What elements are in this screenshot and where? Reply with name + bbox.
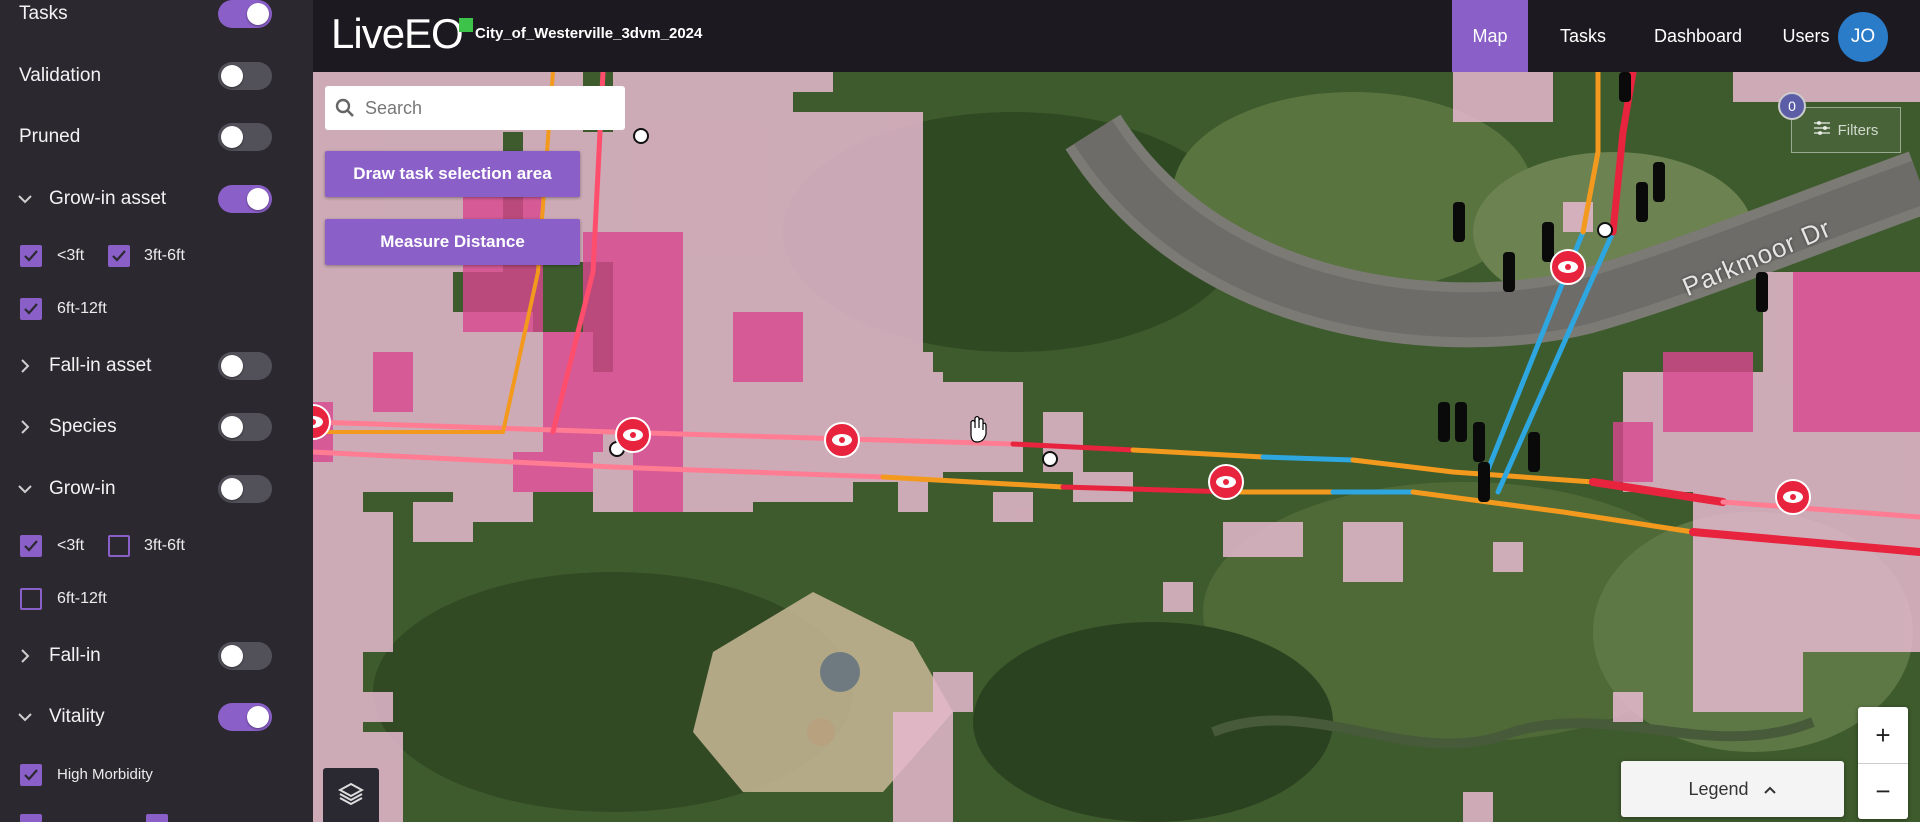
toggle-validation[interactable]	[218, 62, 272, 90]
checkbox-vitality-high-morbidity[interactable]	[20, 764, 42, 786]
zoom-in-button[interactable]: +	[1858, 707, 1908, 763]
search-icon	[325, 98, 365, 118]
layer-label-vitality: Vitality	[49, 706, 105, 727]
toggle-species[interactable]	[218, 413, 272, 441]
chevron-down-icon[interactable]	[16, 708, 34, 726]
checkbox-label: 6ft-12ft	[57, 590, 107, 607]
checkbox-grow-in-asset-6ft-12ft[interactable]	[20, 298, 42, 320]
layer-row-vitality[interactable]: Vitality	[0, 697, 313, 737]
nav-tasks[interactable]: Tasks	[1543, 0, 1623, 72]
checkbox-vitality-partial[interactable]	[146, 814, 168, 822]
checkbox-grow-in-asset-3ft-6ft[interactable]	[108, 245, 130, 267]
toggle-tasks[interactable]	[218, 0, 272, 28]
layer-label-species: Species	[49, 416, 117, 437]
checkbox-label: <3ft	[57, 247, 85, 264]
logo-text: LiveEO	[331, 10, 464, 57]
filters-label: Filters	[1837, 121, 1879, 139]
layer-sidebar: Tasks Validation Pruned Grow-in asset <3…	[0, 0, 313, 822]
toggle-pruned[interactable]	[218, 123, 272, 151]
checkbox-grow-in-asset-lt3ft[interactable]	[20, 245, 42, 267]
checkbox-vitality-partial[interactable]	[20, 814, 42, 822]
layer-label-validation: Validation	[19, 65, 102, 86]
chevron-right-icon[interactable]	[16, 357, 34, 375]
chevron-down-icon[interactable]	[16, 480, 34, 498]
toggle-grow-in-asset[interactable]	[218, 185, 272, 213]
filter-count-badge: 0	[1778, 92, 1806, 120]
layer-label-fall-in: Fall-in	[49, 645, 101, 666]
search-input[interactable]	[365, 97, 605, 119]
layer-row-fall-in-asset[interactable]: Fall-in asset	[0, 346, 313, 386]
chevron-right-icon[interactable]	[16, 418, 34, 436]
layer-row-grow-in[interactable]: Grow-in	[0, 469, 313, 509]
checkbox-label: 6ft-12ft	[57, 300, 107, 317]
project-name: City_of_Westerville_3dvm_2024	[475, 25, 703, 42]
filters-button[interactable]: Filters	[1791, 107, 1901, 153]
checkbox-label: 3ft-6ft	[144, 247, 185, 264]
nav-users[interactable]: Users	[1771, 0, 1841, 72]
toggle-vitality[interactable]	[218, 703, 272, 731]
checkbox-label: High Morbidity	[57, 766, 153, 783]
legend-label: Legend	[1688, 778, 1749, 799]
nav-map[interactable]: Map	[1452, 0, 1528, 72]
zoom-out-button[interactable]: −	[1858, 763, 1908, 819]
search-box[interactable]	[325, 86, 625, 130]
layers-icon	[337, 781, 365, 812]
layer-label-grow-in-asset: Grow-in asset	[49, 188, 167, 209]
layer-row-grow-in-asset[interactable]: Grow-in asset	[0, 179, 313, 219]
map-canvas[interactable]: Parkmoor Dr Draw task selection area Mea…	[313, 72, 1920, 822]
nav-dashboard[interactable]: Dashboard	[1633, 0, 1763, 72]
layer-label-fall-in-asset: Fall-in asset	[49, 355, 152, 376]
filter-sliders-icon	[1813, 121, 1830, 139]
chevron-up-icon	[1763, 779, 1777, 800]
checkbox-grow-in-6ft-12ft[interactable]	[20, 588, 42, 610]
layer-label-tasks: Tasks	[19, 3, 68, 24]
measure-distance-button[interactable]: Measure Distance	[325, 219, 580, 265]
logo-green-square	[459, 18, 473, 32]
toggle-fall-in[interactable]	[218, 642, 272, 670]
checkbox-label: 3ft-6ft	[144, 537, 185, 554]
layer-row-species[interactable]: Species	[0, 407, 313, 447]
layer-row-pruned: Pruned	[0, 117, 313, 157]
user-avatar[interactable]: JO	[1838, 12, 1888, 62]
layers-button[interactable]	[323, 768, 379, 822]
checkbox-grow-in-3ft-6ft[interactable]	[108, 535, 130, 557]
chevron-down-icon[interactable]	[16, 190, 34, 208]
layer-row-tasks: Tasks	[0, 0, 313, 34]
draw-task-selection-button[interactable]: Draw task selection area	[325, 151, 580, 197]
checkbox-label: <3ft	[57, 537, 85, 554]
zoom-control: + −	[1858, 707, 1908, 819]
layer-label-pruned: Pruned	[19, 126, 81, 147]
checkbox-grow-in-lt3ft[interactable]	[20, 535, 42, 557]
liveeo-logo[interactable]: LiveEO	[331, 10, 473, 57]
toggle-fall-in-asset[interactable]	[218, 352, 272, 380]
legend-button[interactable]: Legend	[1621, 761, 1844, 817]
toggle-grow-in[interactable]	[218, 475, 272, 503]
top-bar: LiveEO City_of_Westerville_3dvm_2024 Map…	[313, 0, 1920, 72]
layer-label-grow-in: Grow-in	[49, 478, 116, 499]
layer-row-validation: Validation	[0, 56, 313, 96]
layer-row-fall-in[interactable]: Fall-in	[0, 636, 313, 676]
chevron-right-icon[interactable]	[16, 647, 34, 665]
